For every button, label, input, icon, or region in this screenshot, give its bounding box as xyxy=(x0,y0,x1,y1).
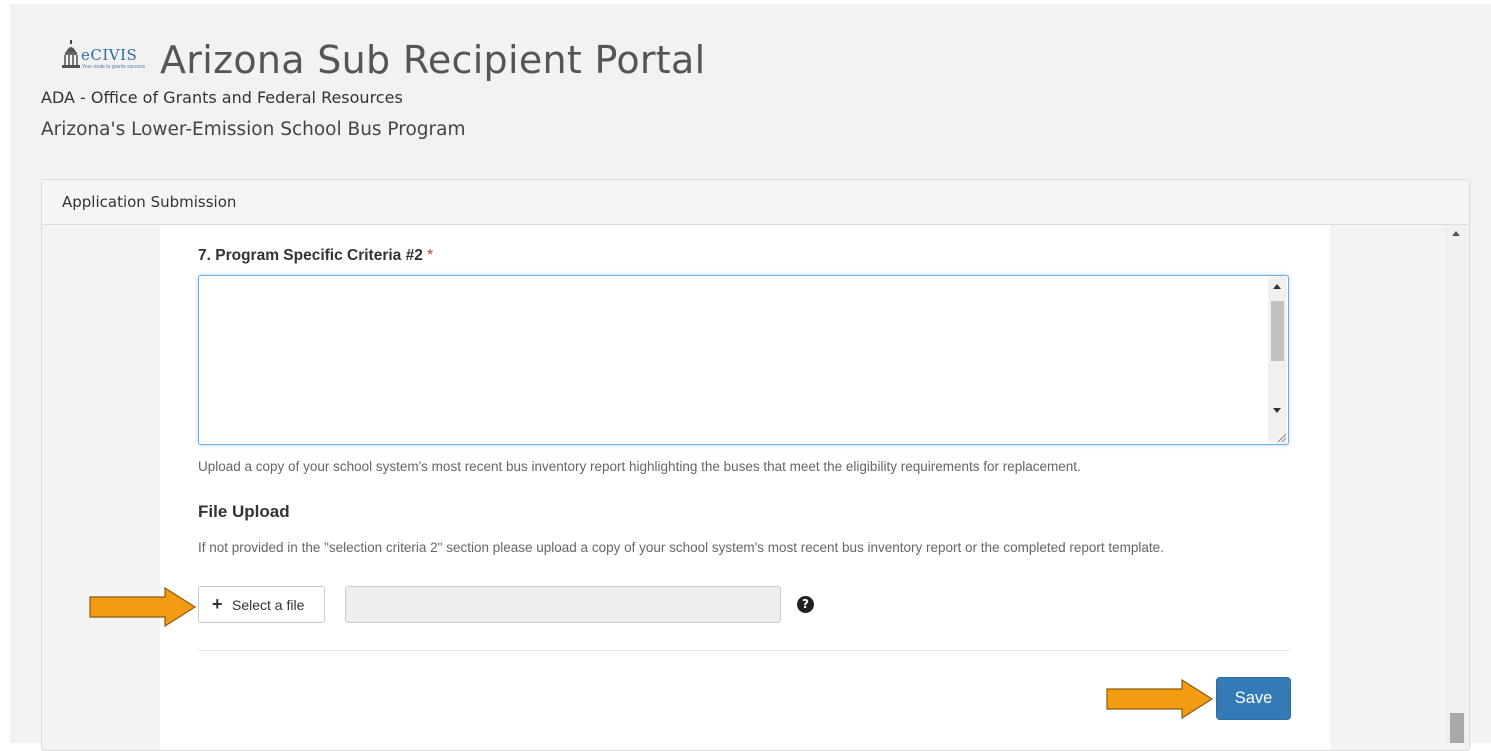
panel-heading: Application Submission xyxy=(42,180,1469,225)
ecivis-logo: eCIVIS Your route to grants success xyxy=(62,40,146,74)
page-scrollbar[interactable] xyxy=(1446,225,1467,743)
file-upload-description: If not provided in the "selection criter… xyxy=(198,540,1164,555)
form-divider xyxy=(198,650,1290,651)
panel-title: Application Submission xyxy=(62,193,237,211)
annotation-arrow-icon xyxy=(89,587,197,627)
scroll-up-arrow-icon[interactable] xyxy=(1452,231,1460,236)
logo-tagline: Your route to grants success xyxy=(82,64,146,70)
textarea-scroll-down-icon[interactable] xyxy=(1273,408,1281,413)
textarea-scroll-up-icon[interactable] xyxy=(1273,284,1281,289)
program-name: Arizona's Lower-Emission School Bus Prog… xyxy=(41,119,466,140)
file-name-field xyxy=(345,586,781,623)
save-button[interactable]: Save xyxy=(1216,677,1291,720)
file-upload-title: File Upload xyxy=(198,502,290,521)
criteria-textarea[interactable] xyxy=(198,275,1289,445)
required-marker: * xyxy=(427,247,434,264)
select-file-label: Select a file xyxy=(232,597,305,613)
app-title: Arizona Sub Recipient Portal xyxy=(160,38,706,82)
scroll-thumb[interactable] xyxy=(1450,713,1464,743)
question-help-text: Upload a copy of your school system's mo… xyxy=(198,459,1081,474)
resize-handle-icon[interactable] xyxy=(1276,432,1286,442)
select-file-button[interactable]: + Select a file xyxy=(198,586,325,623)
question-label: 7. Program Specific Criteria #2 * xyxy=(198,247,433,265)
capitol-building-icon xyxy=(62,40,80,68)
question-label-text: 7. Program Specific Criteria #2 xyxy=(198,247,423,264)
annotation-arrow-icon xyxy=(1106,679,1214,719)
logo-text: eCIVIS xyxy=(81,46,138,64)
plus-icon: + xyxy=(212,594,223,614)
textarea-scroll-thumb[interactable] xyxy=(1271,301,1284,361)
textarea-scrollbar[interactable] xyxy=(1268,277,1287,443)
question-circle-icon[interactable]: ? xyxy=(797,596,814,613)
organization-name: ADA - Office of Grants and Federal Resou… xyxy=(41,88,403,107)
